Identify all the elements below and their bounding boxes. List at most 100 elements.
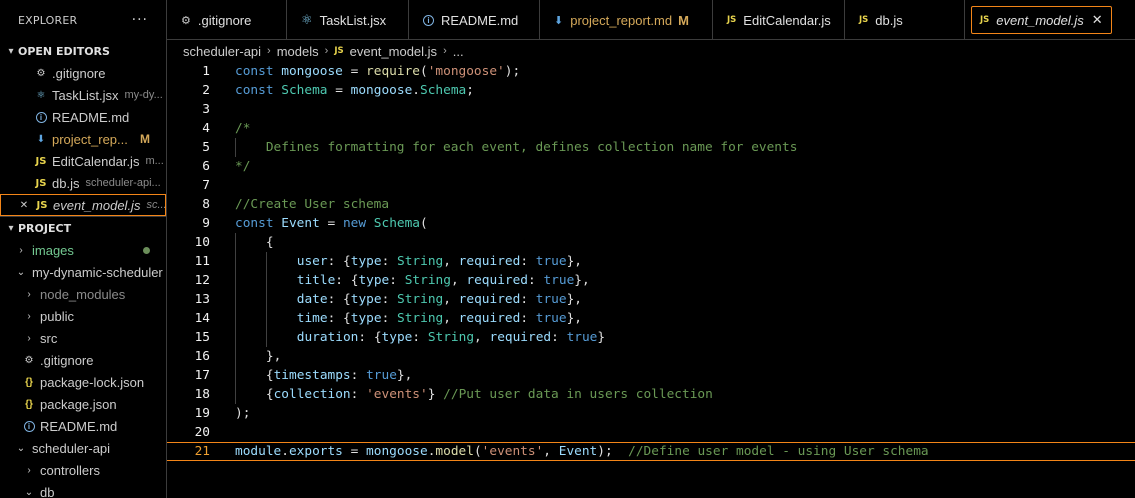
open-editor-path: scheduler-api... [85,177,161,189]
untracked-dot-icon [143,246,150,254]
explorer-header: EXPLORER ··· [0,0,166,40]
code-line[interactable]: 2 const Schema = mongoose.Schema; [167,81,1135,100]
tab-db[interactable]: JS db.js [845,0,965,40]
code-line[interactable]: 14 time: {type: String, required: true}, [167,309,1135,328]
tree-file-package-json[interactable]: {} package.json [0,393,166,415]
breadcrumb-item[interactable]: ... [453,44,464,59]
tree-item-label: my-dynamic-scheduler [32,264,163,280]
modified-badge: M [140,132,150,146]
open-editor-label: .gitignore [52,65,106,81]
code-line[interactable]: 4 /* [167,119,1135,138]
chevron-right-icon: › [324,45,329,57]
code-line[interactable]: 16 }, [167,347,1135,366]
more-actions-icon[interactable]: ··· [132,12,148,28]
code-line[interactable]: 12 title: {type: String, required: true}… [167,271,1135,290]
tree-file-gitignore[interactable]: ⚙ .gitignore [0,349,166,371]
code-line[interactable]: 1 const mongoose = require('mongoose'); [167,62,1135,81]
tree-folder-public[interactable]: › public [0,305,166,327]
json-braces-icon: {} [25,398,33,410]
code-line[interactable]: 6 */ [167,157,1135,176]
chevron-right-icon: › [19,244,23,256]
code-line[interactable]: 5 Defines formatting for each event, def… [167,138,1135,157]
open-editor-db[interactable]: JS db.js scheduler-api... [0,172,166,194]
open-editor-path: my-dy... [124,89,163,101]
code-text: date: {type: String, required: true}, [296,292,583,307]
code-text: const Schema = mongoose.Schema; [235,83,474,98]
code-text: const mongoose = require('mongoose'); [235,64,521,79]
code-line[interactable]: 8 //Create User schema [167,195,1135,214]
line-number: 8 [202,197,210,212]
tab-project-report[interactable]: ⬇ project_report.md M [540,0,713,40]
explorer-title: EXPLORER [18,13,78,27]
code-line[interactable]: 17 {timestamps: true}, [167,366,1135,385]
chevron-down-icon: ⌄ [24,486,34,498]
line-number: 17 [194,368,210,383]
open-editor-tasklist[interactable]: ⚛ TaskList.jsx my-dy... [0,84,166,106]
tree-item-label: README.md [40,418,118,434]
line-number: 1 [202,64,210,79]
chevron-right-icon: › [27,464,31,476]
tree-folder-src[interactable]: › src [0,327,166,349]
tree-folder-images[interactable]: › images [0,239,166,261]
line-number: 19 [194,406,210,421]
open-editor-gitignore[interactable]: ⚙ .gitignore [0,62,166,84]
tab-gitignore[interactable]: ⚙ .gitignore [167,0,287,40]
tree-item-label: db [40,484,55,498]
line-number: 21 [194,444,210,459]
gear-icon: ⚙ [24,354,34,366]
project-section-header[interactable]: ▾ PROJECT [0,217,166,239]
download-icon: ⬇ [554,14,564,27]
tab-tasklist[interactable]: ⚛ TaskList.jsx [287,0,409,40]
open-editor-editcalendar[interactable]: JS EditCalendar.js m... [0,150,166,172]
close-icon[interactable]: ✕ [1092,12,1103,28]
js-icon: JS [334,46,344,56]
code-editor[interactable]: 1 const mongoose = require('mongoose'); 2 c… [167,62,1135,498]
code-line[interactable]: 19); [167,404,1135,423]
open-editor-event-model[interactable]: ✕ JS event_model.js sc... [0,194,166,216]
open-editor-project-report[interactable]: ⬇ project_rep... M [0,128,166,150]
tree-folder-node-modules[interactable]: › node_modules [0,283,166,305]
tree-item-label: controllers [40,462,100,478]
code-text: time: {type: String, required: true}, [296,311,583,326]
breadcrumb: scheduler-api › models › JS event_model.… [167,40,1135,62]
react-icon: ⚛ [36,89,46,101]
code-line[interactable]: 3 [167,100,1135,119]
tab-event-model[interactable]: JS event_model.js ✕ [971,6,1112,34]
chevron-right-icon: › [27,288,31,300]
code-line[interactable]: 21 module.exports = mongoose.model('event… [167,442,1135,461]
code-line[interactable]: 7 [167,176,1135,195]
open-editors-section-header[interactable]: ▾ OPEN EDITORS [0,40,166,62]
breadcrumb-item[interactable]: models [277,44,319,59]
line-number: 16 [194,349,210,364]
chevron-right-icon: › [27,332,31,344]
tree-item-label: scheduler-api [32,440,111,456]
code-line[interactable]: 15 duration: {type: String, required: tr… [167,328,1135,347]
tree-folder-scheduler-api[interactable]: ⌄ scheduler-api [0,437,166,459]
code-line[interactable]: 13 date: {type: String, required: true}, [167,290,1135,309]
line-number: 11 [194,254,210,269]
tree-folder-db[interactable]: ⌄ db [0,481,166,498]
breadcrumb-item[interactable]: event_model.js [350,44,437,59]
info-icon: i [22,420,36,432]
modified-badge: M [678,12,689,28]
chevron-down-icon: ⌄ [16,442,26,454]
open-editor-readme[interactable]: i README.md [0,106,166,128]
tree-folder-controllers[interactable]: › controllers [0,459,166,481]
close-icon[interactable]: ✕ [17,200,31,211]
code-line[interactable]: 9 const Event = new Schema( [167,214,1135,233]
tab-label: project_report.md [570,12,673,28]
chevron-down-icon: ▾ [8,45,14,57]
tree-folder-my-dynamic-scheduler[interactable]: ⌄ my-dynamic-scheduler [0,261,166,283]
tab-readme[interactable]: i README.md [409,0,540,40]
open-editor-label: event_model.js [53,197,141,213]
code-line[interactable]: 11 user: {type: String, required: true}, [167,252,1135,271]
tree-file-readme[interactable]: i README.md [0,415,166,437]
tree-item-label: package-lock.json [40,374,145,390]
react-icon: ⚛ [301,12,313,27]
code-line[interactable]: 18 {collection: 'events'} //Put user dat… [167,385,1135,404]
tab-editcalendar[interactable]: JS EditCalendar.js [713,0,845,40]
breadcrumb-item[interactable]: scheduler-api [183,44,261,59]
code-line[interactable]: 10 { [167,233,1135,252]
code-line[interactable]: 20 [167,423,1135,442]
tree-file-package-lock[interactable]: {} package-lock.json [0,371,166,393]
